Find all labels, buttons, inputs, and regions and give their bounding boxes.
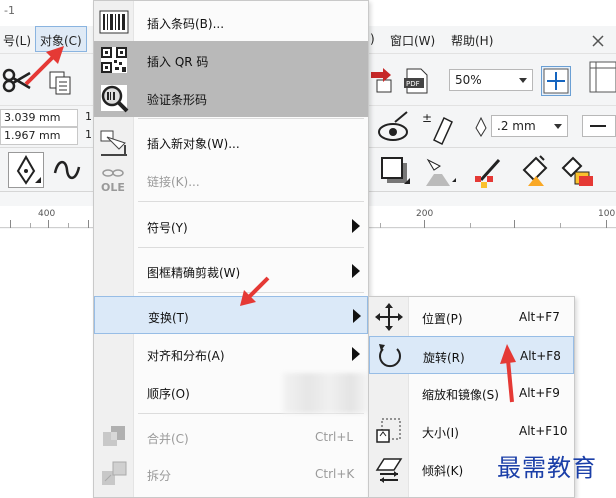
outline-width-combo[interactable]: .2 mm xyxy=(491,115,568,137)
chevron-down-icon xyxy=(519,78,527,83)
interactive-fill-icon[interactable] xyxy=(518,152,554,188)
submenu-item-scale-mirror[interactable]: 缩放和镜像(S) Alt+F9 xyxy=(369,374,574,412)
transparency-tool-icon[interactable] xyxy=(420,152,456,188)
menu-tools[interactable]: ) xyxy=(370,32,375,46)
chevron-down-icon xyxy=(554,124,562,129)
ole-link-icon: OLE xyxy=(98,164,130,196)
submenu-item-rotate[interactable]: 旋转(R) Alt+F8 xyxy=(369,336,574,374)
ruler-label: 200 xyxy=(416,209,434,219)
menu-item-combine[interactable]: 合并(C) Ctrl+L xyxy=(94,418,368,456)
menu-item-powerclip[interactable]: 图框精确剪裁(W) xyxy=(94,252,368,290)
watermark-text: 最需教育 xyxy=(497,454,597,482)
close-icon[interactable] xyxy=(586,30,610,52)
submenu-arrow-icon xyxy=(352,347,360,361)
fountain-pen-tool-icon[interactable] xyxy=(8,152,44,188)
smart-fill-icon[interactable] xyxy=(559,152,595,188)
window-title: -1 xyxy=(4,4,15,17)
menu-separator xyxy=(138,118,364,119)
combine-icon xyxy=(98,421,130,453)
size-icon xyxy=(373,415,405,447)
pen-plus-minus-icon[interactable]: ± xyxy=(420,110,456,146)
menu-item-symbol[interactable]: 符号(Y) xyxy=(94,207,368,245)
object-menu: 插入条码(B)... 插入 QR 码 验证条形码 插入新对象(W)... OLE… xyxy=(93,0,369,498)
skew-icon xyxy=(373,453,405,485)
copy-icon[interactable] xyxy=(46,68,76,98)
import-icon[interactable] xyxy=(369,66,399,96)
scissors-icon[interactable] xyxy=(2,66,32,96)
submenu-arrow-icon xyxy=(353,309,361,323)
menu-separator xyxy=(138,413,364,414)
object-height-field[interactable]: 1.967 mm xyxy=(0,127,78,145)
menu-item-transform[interactable]: 变换(T) xyxy=(94,296,368,334)
menu-item-validate-barcode[interactable]: 验证条形码 xyxy=(94,79,368,117)
color-eyedropper-icon[interactable] xyxy=(473,152,509,188)
menu-window[interactable]: 窗口(W) xyxy=(390,32,435,49)
svg-text:PDF: PDF xyxy=(406,80,420,88)
curve-tool-icon[interactable] xyxy=(52,155,82,185)
submenu-item-position[interactable]: 位置(P) Alt+F7 xyxy=(369,298,574,336)
drop-shadow-tool-icon[interactable] xyxy=(378,154,412,188)
insert-object-icon xyxy=(98,126,130,158)
zoom-level-combo[interactable]: 50% xyxy=(449,69,533,91)
menu-item-insert-barcode[interactable]: 插入条码(B)... xyxy=(94,3,368,41)
svg-text:±: ± xyxy=(422,111,432,125)
ruler-label: 100 xyxy=(598,209,616,219)
blurred-region xyxy=(283,373,368,413)
menu-item-insert-qr-code[interactable]: 插入 QR 码 xyxy=(94,41,368,79)
full-screen-preview-icon[interactable] xyxy=(541,66,571,96)
object-width-field[interactable]: 3.039 mm xyxy=(0,109,78,127)
menu-item-insert-new-object[interactable]: 插入新对象(W)... xyxy=(94,123,368,161)
submenu-arrow-icon xyxy=(352,219,360,233)
qr-code-icon xyxy=(98,44,130,76)
submenu-arrow-icon xyxy=(352,264,360,278)
menu-separator xyxy=(138,201,364,202)
rotate-icon xyxy=(374,340,406,372)
line-style-combo[interactable] xyxy=(582,115,616,137)
menu-object[interactable]: 对象(C) xyxy=(35,26,87,52)
break-apart-icon xyxy=(98,458,130,490)
barcode-icon xyxy=(98,6,130,38)
eye-dropper-view-icon[interactable] xyxy=(373,110,413,146)
outline-width-value: .2 mm xyxy=(497,119,536,133)
svg-text:OLE: OLE xyxy=(101,181,125,194)
menu-layout[interactable]: 号(L) xyxy=(3,32,31,49)
menu-item-align-distribute[interactable]: 对齐和分布(A) xyxy=(94,335,368,373)
export-pdf-icon[interactable]: PDF xyxy=(401,66,431,96)
zoom-level-value: 50% xyxy=(455,73,482,87)
barcode-magnifier-icon xyxy=(98,82,130,114)
menu-item-break-apart[interactable]: 拆分 Ctrl+K xyxy=(94,455,368,493)
ruler-options-icon[interactable] xyxy=(588,61,616,93)
move-arrows-icon xyxy=(373,301,405,333)
menu-item-links[interactable]: OLE 链接(K)... xyxy=(94,161,368,199)
outline-pen-icon xyxy=(471,116,491,138)
menu-help[interactable]: 帮助(H) xyxy=(451,32,493,49)
ruler-label: 400 xyxy=(38,209,56,219)
submenu-item-size[interactable]: 大小(I) Alt+F10 xyxy=(369,412,574,450)
menu-separator xyxy=(138,247,364,248)
menu-separator xyxy=(138,292,364,293)
